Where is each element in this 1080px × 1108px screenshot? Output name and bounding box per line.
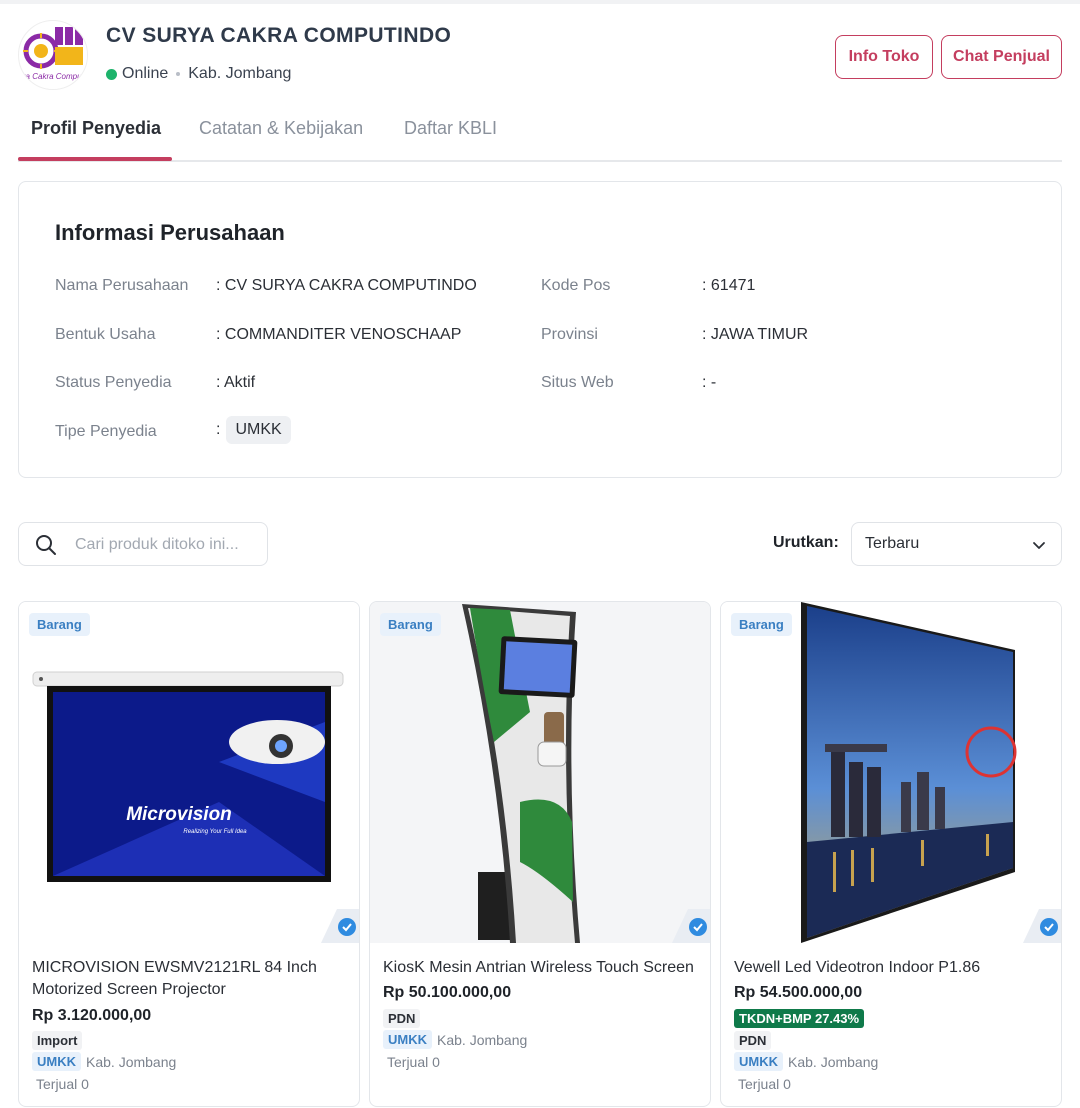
nama-perusahaan-value: : CV SURYA CAKRA COMPUTINDO — [216, 277, 477, 294]
product-card[interactable]: Barang KiosK Mesin Antrian Wireless Touc… — [369, 601, 711, 1107]
separator-dot — [176, 72, 181, 76]
bentuk-usaha-value: : COMMANDITER VENOSCHAAP — [216, 326, 462, 343]
kode-pos-value: : 61471 — [702, 277, 756, 294]
kode-pos-label: Kode Pos — [541, 277, 611, 294]
info-toko-button[interactable]: Info Toko — [835, 35, 933, 79]
bentuk-usaha-label: Bentuk Usaha — [55, 326, 156, 343]
provinsi-label: Provinsi — [541, 326, 598, 343]
verified-corner — [321, 909, 359, 943]
verified-icon — [1040, 918, 1058, 936]
search-input[interactable] — [75, 533, 255, 557]
verified-icon — [338, 918, 356, 936]
situs-web-value: : - — [702, 374, 717, 391]
barang-badge: Barang — [29, 613, 90, 636]
umkk-tag: UMKK — [32, 1052, 81, 1071]
sold-count: Terjual 0 — [738, 1076, 791, 1092]
product-origin-tag: PDN — [734, 1031, 772, 1050]
umkk-badge: UMKK — [226, 416, 291, 444]
product-card[interactable]: Barang Microvision Realizing Your Full I… — [18, 601, 360, 1107]
verified-icon — [689, 918, 707, 936]
company-info-title: Informasi Perusahaan — [55, 220, 285, 245]
situs-web-label: Situs Web — [541, 374, 614, 391]
product-origin-tag: PDN — [383, 1009, 421, 1028]
active-tab-indicator — [18, 157, 172, 161]
tipe-penyedia-label: Tipe Penyedia — [55, 423, 157, 440]
vendor-location: Kab. Jombang — [86, 1053, 177, 1070]
vendor-location: Kab. Jombang — [788, 1053, 879, 1070]
product-image[interactable]: Barang — [721, 602, 1061, 943]
tipe-penyedia-colon: : — [216, 421, 221, 438]
online-status-text: Online — [122, 65, 169, 82]
vendor-location: Kab. Jombang — [437, 1031, 528, 1048]
umkk-tag: UMKK — [383, 1030, 432, 1049]
store-name: CV SURYA CAKRA COMPUTINDO — [106, 24, 452, 47]
sort-dropdown[interactable]: Terbaru — [851, 522, 1062, 566]
tab-daftar-kbli[interactable]: Daftar KBLI — [404, 118, 497, 139]
umkk-tag: UMKK — [734, 1052, 783, 1071]
product-search-box[interactable] — [18, 522, 268, 566]
product-title[interactable]: KiosK Mesin Antrian Wireless Touch Scree… — [383, 957, 699, 979]
product-title[interactable]: Vewell Led Videotron Indoor P1.86 — [734, 957, 1050, 979]
vendor-location-row: UMKK Kab. Jombang — [383, 1030, 527, 1049]
logo-caption: Surya Cakra Computindo — [19, 72, 88, 81]
sort-selected-value: Terbaru — [865, 535, 920, 552]
store-location: Kab. Jombang — [188, 65, 292, 82]
barang-badge: Barang — [380, 613, 441, 636]
tab-catatan-kebijakan[interactable]: Catatan & Kebijakan — [199, 118, 363, 139]
nama-perusahaan-label: Nama Perusahaan — [55, 277, 189, 294]
product-price: Rp 50.100.000,00 — [383, 984, 512, 1001]
store-header: Surya Cakra Computindo CV SURYA CAKRA CO… — [0, 0, 1080, 100]
image-tagline: Realizing Your Full Idea — [183, 829, 247, 835]
tkdn-badge: TKDN+BMP 27.43% — [734, 1009, 865, 1028]
verified-corner — [1023, 909, 1061, 943]
projector-screen-image: Microvision Realizing Your Full Idea — [32, 671, 344, 882]
profile-tabs: Profil Penyedia Catatan & Kebijakan Daft… — [18, 104, 1062, 162]
image-brand-text: Microvision — [126, 804, 232, 825]
tab-profil-penyedia[interactable]: Profil Penyedia — [31, 118, 161, 139]
barang-badge: Barang — [731, 613, 792, 636]
sold-count: Terjual 0 — [36, 1076, 89, 1092]
sort-label: Urutkan: — [773, 534, 839, 551]
tipe-penyedia-value: : UMKK — [216, 416, 291, 444]
product-image[interactable]: Barang — [370, 602, 710, 943]
store-logo: Surya Cakra Computindo — [18, 20, 88, 90]
videotron-image — [801, 602, 1017, 943]
online-status-icon — [106, 68, 117, 80]
chat-penjual-button[interactable]: Chat Penjual — [941, 35, 1062, 79]
verified-corner — [672, 909, 710, 943]
product-card[interactable]: Barang Vewell Led Videotron Indoor P1.86… — [720, 601, 1062, 1107]
vendor-location-row: UMKK Kab. Jombang — [734, 1052, 878, 1071]
status-penyedia-value: : Aktif — [216, 374, 256, 391]
product-title[interactable]: MICROVISION EWSMV2121RL 84 Inch Motorize… — [32, 957, 348, 1001]
chevron-down-icon — [1033, 542, 1045, 549]
kiosk-machine-image — [462, 604, 580, 943]
store-meta: Online Kab. Jombang — [106, 65, 291, 83]
provinsi-value: : JAWA TIMUR — [702, 326, 809, 343]
product-origin-tag: Import — [32, 1031, 83, 1050]
company-info-card: Informasi Perusahaan Nama Perusahaan : C… — [18, 181, 1062, 478]
product-price: Rp 3.120.000,00 — [32, 1007, 152, 1024]
search-icon — [36, 535, 56, 555]
vendor-location-row: UMKK Kab. Jombang — [32, 1052, 176, 1071]
product-price: Rp 54.500.000,00 — [734, 984, 863, 1001]
sold-count: Terjual 0 — [387, 1054, 440, 1070]
status-penyedia-label: Status Penyedia — [55, 374, 172, 391]
product-image[interactable]: Barang Microvision Realizing Your Full I… — [19, 602, 359, 943]
